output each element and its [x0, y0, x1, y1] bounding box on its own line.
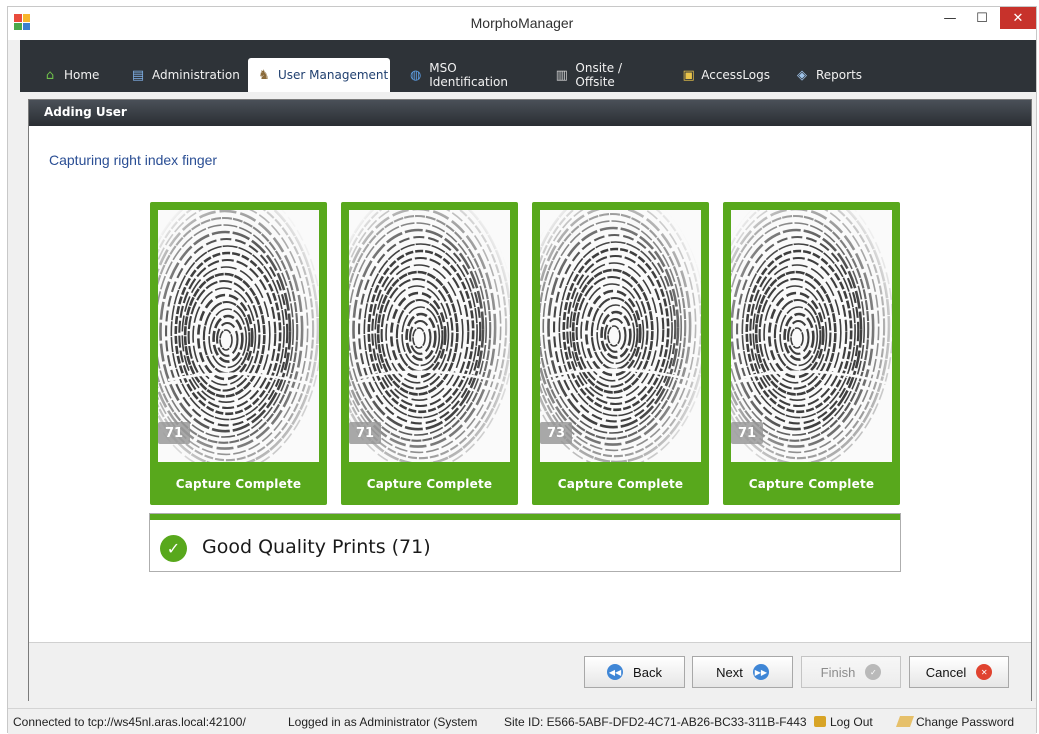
tab-reports[interactable]: ◈ Reports	[786, 58, 866, 92]
back-button[interactable]: ◀◀ Back	[584, 656, 685, 688]
tab-access-logs[interactable]: ▣ AccessLogs	[674, 58, 770, 92]
capture-status-label: Capture Complete	[557, 477, 684, 491]
site-id: Site ID: E566-5ABF-DFD2-4C71-AB26-BC33-3…	[504, 715, 807, 729]
back-label: Back	[633, 664, 662, 680]
finish-label: Finish	[820, 664, 856, 680]
capture-card-4: 71 Capture Complete	[723, 202, 900, 505]
tab-label: User Management	[278, 68, 389, 82]
lock-icon	[814, 716, 826, 727]
tab-label: AccessLogs	[701, 68, 770, 82]
next-button[interactable]: Next ▶▶	[692, 656, 793, 688]
panel-header: Adding User	[29, 100, 1031, 126]
log-out-label: Log Out	[830, 715, 873, 729]
tab-label: Onsite / Offsite	[575, 61, 623, 89]
building-icon: ▥	[555, 67, 568, 83]
tab-onsite-offsite[interactable]: ▥ Onsite / Offsite	[546, 58, 662, 92]
capture-status-label: Capture Complete	[748, 477, 875, 491]
main-tab-bar: ⌂ Home ▤ Administration ♞ User Managemen…	[20, 40, 1036, 92]
log-out-link[interactable]: Log Out	[814, 715, 873, 729]
quality-score-badge: 71	[349, 422, 381, 444]
capture-status-label: Capture Complete	[175, 477, 302, 491]
maximize-button[interactable]: ☐	[968, 7, 996, 29]
next-label: Next	[716, 664, 743, 680]
quality-result-box: ✓ Good Quality Prints (71)	[149, 513, 901, 572]
quality-result-text: Good Quality Prints (71)	[202, 536, 431, 558]
minimize-icon: —	[943, 10, 957, 26]
access-logs-icon: ▣	[682, 67, 695, 83]
finish-button[interactable]: Finish ✓	[801, 656, 901, 688]
close-icon: ✕	[1012, 10, 1024, 26]
logged-in-status: Logged in as Administrator (System	[288, 715, 478, 729]
capture-card-3: 73 Capture Complete	[532, 202, 709, 505]
close-button[interactable]: ✕	[1000, 7, 1036, 29]
reports-icon: ◈	[797, 67, 807, 83]
title-bar: MorphoManager — ☐ ✕	[8, 7, 1036, 40]
change-password-label: Change Password	[916, 715, 1015, 729]
quality-score-badge: 71	[731, 422, 763, 444]
tab-mso-identification[interactable]: ◍ MSO Identification	[400, 58, 534, 92]
tab-label: MSO Identification	[429, 61, 508, 89]
adding-user-panel: Adding User Capturing right index finger…	[28, 99, 1032, 701]
rewind-icon: ◀◀	[607, 664, 624, 680]
cancel-button[interactable]: Cancel ✕	[909, 656, 1009, 688]
app-window: MorphoManager — ☐ ✕ ⌂ Home ▤ Administrat…	[7, 6, 1037, 734]
quality-progress-bar	[150, 514, 900, 520]
tab-label: Administration	[152, 68, 240, 82]
capture-instruction: Capturing right index finger	[49, 152, 218, 168]
window-title: MorphoManager	[470, 15, 574, 31]
cancel-icon: ✕	[976, 664, 993, 680]
capture-card-2: 71 Capture Complete	[341, 202, 518, 505]
fast-forward-icon: ▶▶	[752, 664, 769, 680]
wizard-footer: ◀◀ Back Next ▶▶ Finish ✓ Cancel ✕	[29, 642, 1031, 701]
tab-label: Reports	[816, 68, 863, 82]
tab-administration[interactable]: ▤ Administration	[122, 58, 240, 92]
minimize-button[interactable]: —	[936, 7, 964, 29]
check-icon: ✓	[865, 664, 882, 680]
connection-status: Connected to tcp://ws45nl.aras.local:421…	[13, 715, 246, 729]
tab-home[interactable]: ⌂ Home	[34, 58, 110, 92]
cancel-label: Cancel	[925, 664, 967, 680]
tab-user-management[interactable]: ♞ User Management	[248, 58, 390, 92]
globe-icon: ◍	[409, 67, 422, 83]
maximize-icon: ☐	[976, 10, 988, 26]
quality-score-badge: 71	[158, 422, 190, 444]
capture-card-1: 71 Capture Complete	[150, 202, 327, 505]
panel-title: Adding User	[44, 105, 127, 119]
administration-icon: ▤	[131, 67, 145, 83]
status-bar: Connected to tcp://ws45nl.aras.local:421…	[8, 708, 1036, 734]
quality-score-badge: 73	[540, 422, 572, 444]
user-management-icon: ♞	[258, 67, 270, 83]
check-circle-icon: ✓	[160, 535, 187, 562]
tab-label: Home	[64, 68, 100, 82]
change-password-link[interactable]: Change Password	[895, 715, 1015, 729]
capture-status-label: Capture Complete	[366, 477, 493, 491]
pencil-icon	[895, 716, 915, 727]
home-icon: ⌂	[45, 67, 55, 83]
